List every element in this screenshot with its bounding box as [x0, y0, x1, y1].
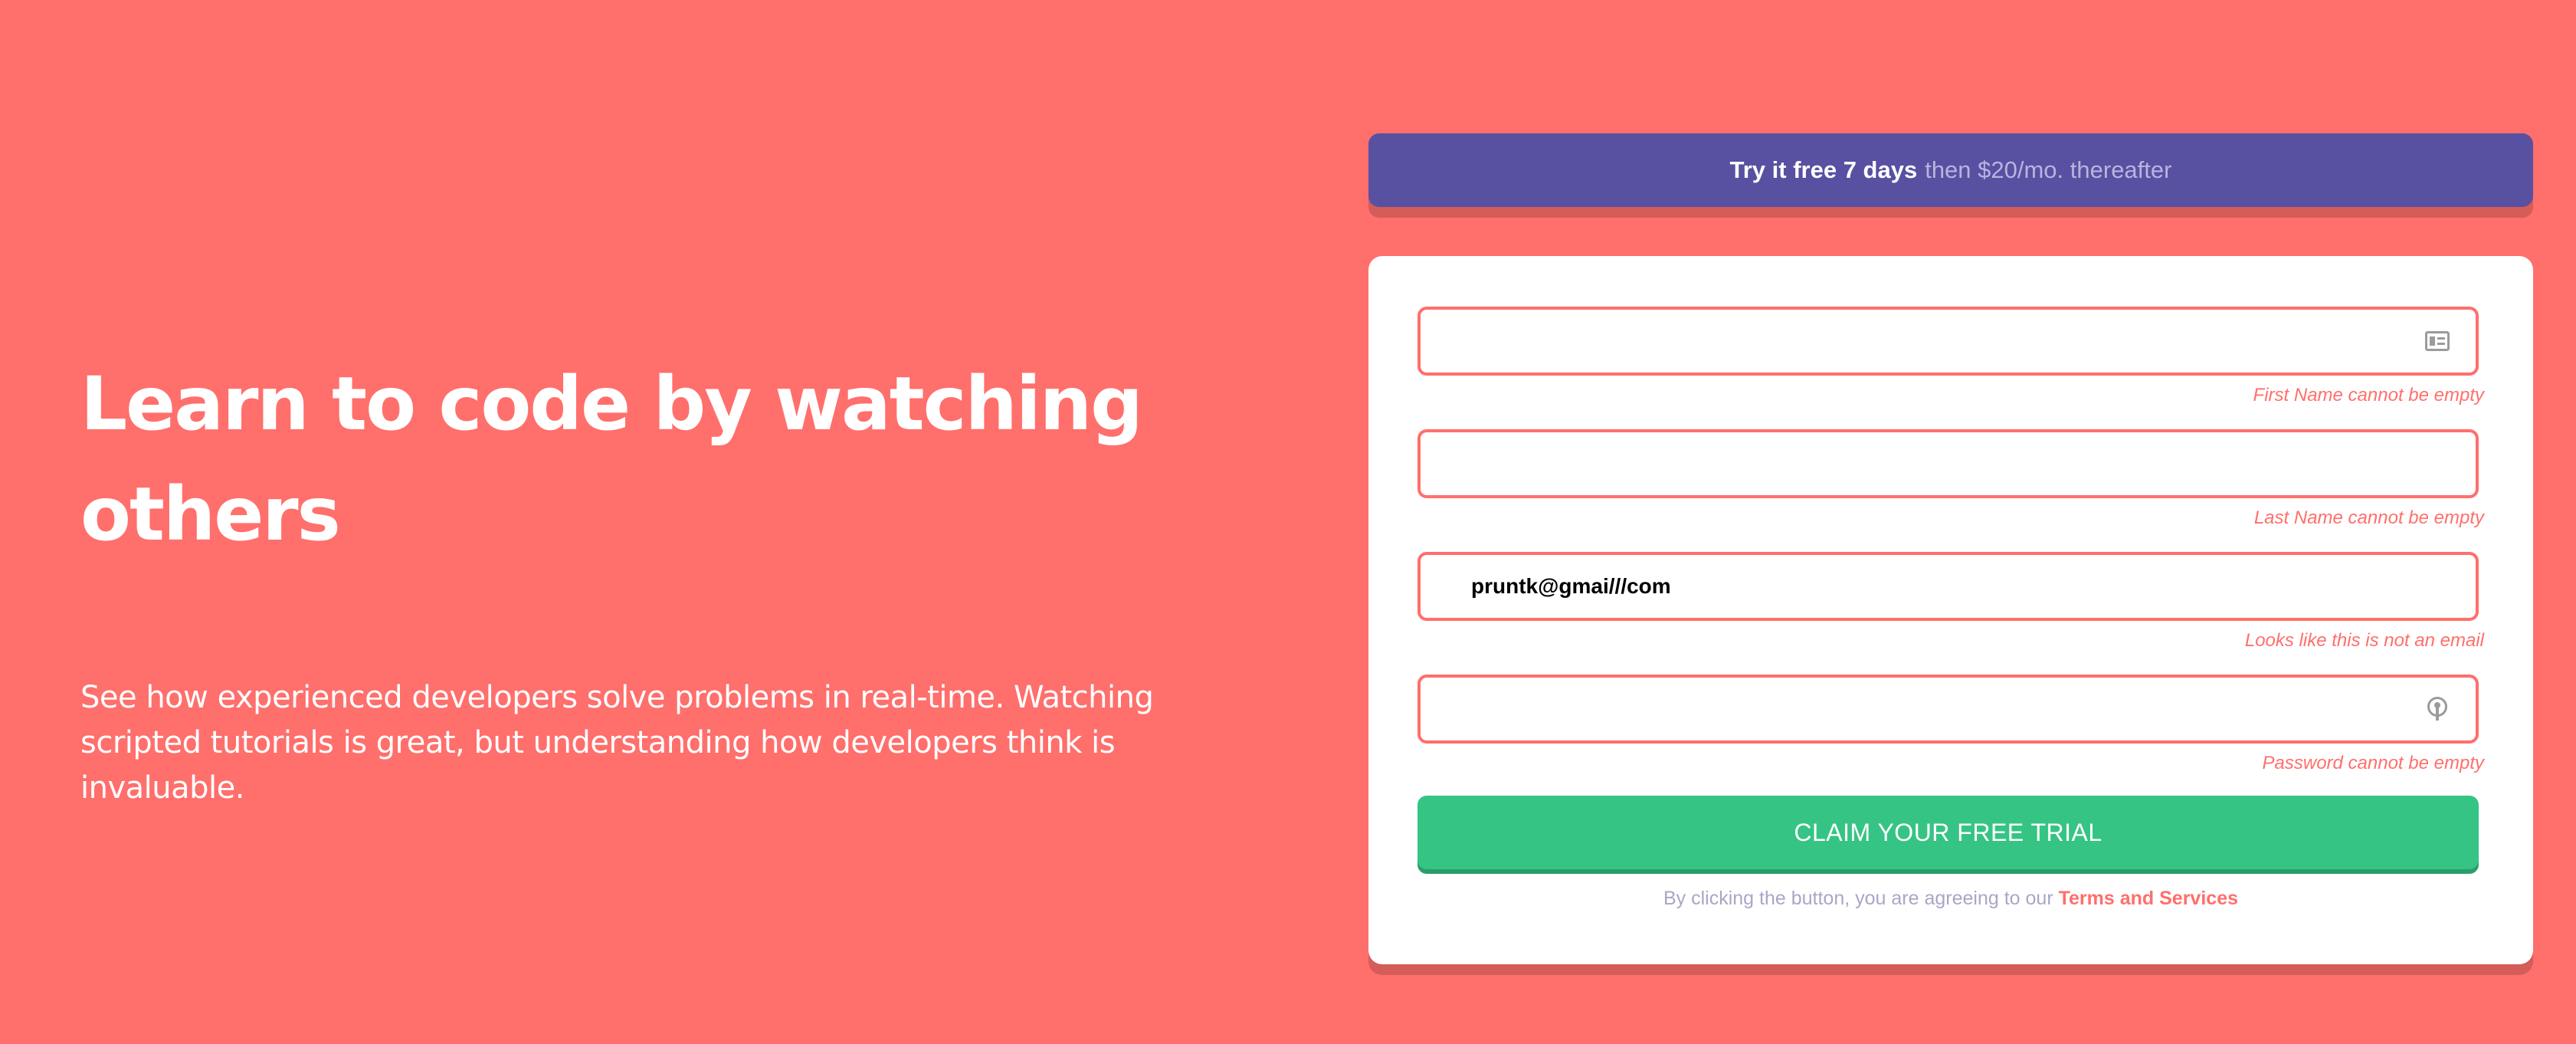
promo-banner: Try it free 7 days then $20/mo. thereaft… [1368, 133, 2533, 207]
promo-strong-text: Try it free 7 days [1729, 156, 1918, 183]
email-input[interactable] [1421, 555, 2476, 618]
signup-form: First Name cannot be empty Last Name can… [1368, 256, 2533, 964]
email-field [1417, 552, 2479, 621]
terms-notice: By clicking the button, you are agreeing… [1368, 888, 2533, 910]
hero-title: Learn to code by watching others [80, 361, 1143, 557]
terms-link[interactable]: Terms and Services [2059, 888, 2238, 909]
claim-trial-button[interactable]: CLAIM YOUR FREE TRIAL [1417, 796, 2479, 869]
key-icon [2424, 695, 2451, 723]
last-name-input[interactable] [1421, 432, 2476, 495]
first-name-error: First Name cannot be empty [2253, 385, 2484, 405]
hero-description: See how experienced developers solve pro… [80, 680, 1154, 806]
first-name-input[interactable] [1421, 310, 2476, 373]
email-error: Looks like this is not an email [2244, 630, 2484, 651]
last-name-field [1417, 429, 2479, 498]
password-field [1417, 675, 2479, 744]
terms-prefix: By clicking the button, you are agreeing… [1663, 888, 2053, 909]
first-name-field [1417, 307, 2479, 376]
promo-price-text: then $20/mo. thereafter [1925, 156, 2172, 183]
password-error: Password cannot be empty [2262, 753, 2485, 773]
password-input[interactable] [1421, 678, 2476, 740]
contact-card-icon [2424, 327, 2451, 355]
last-name-error: Last Name cannot be empty [2253, 507, 2484, 528]
hero-section: Learn to code by watching others See how… [80, 349, 1168, 811]
